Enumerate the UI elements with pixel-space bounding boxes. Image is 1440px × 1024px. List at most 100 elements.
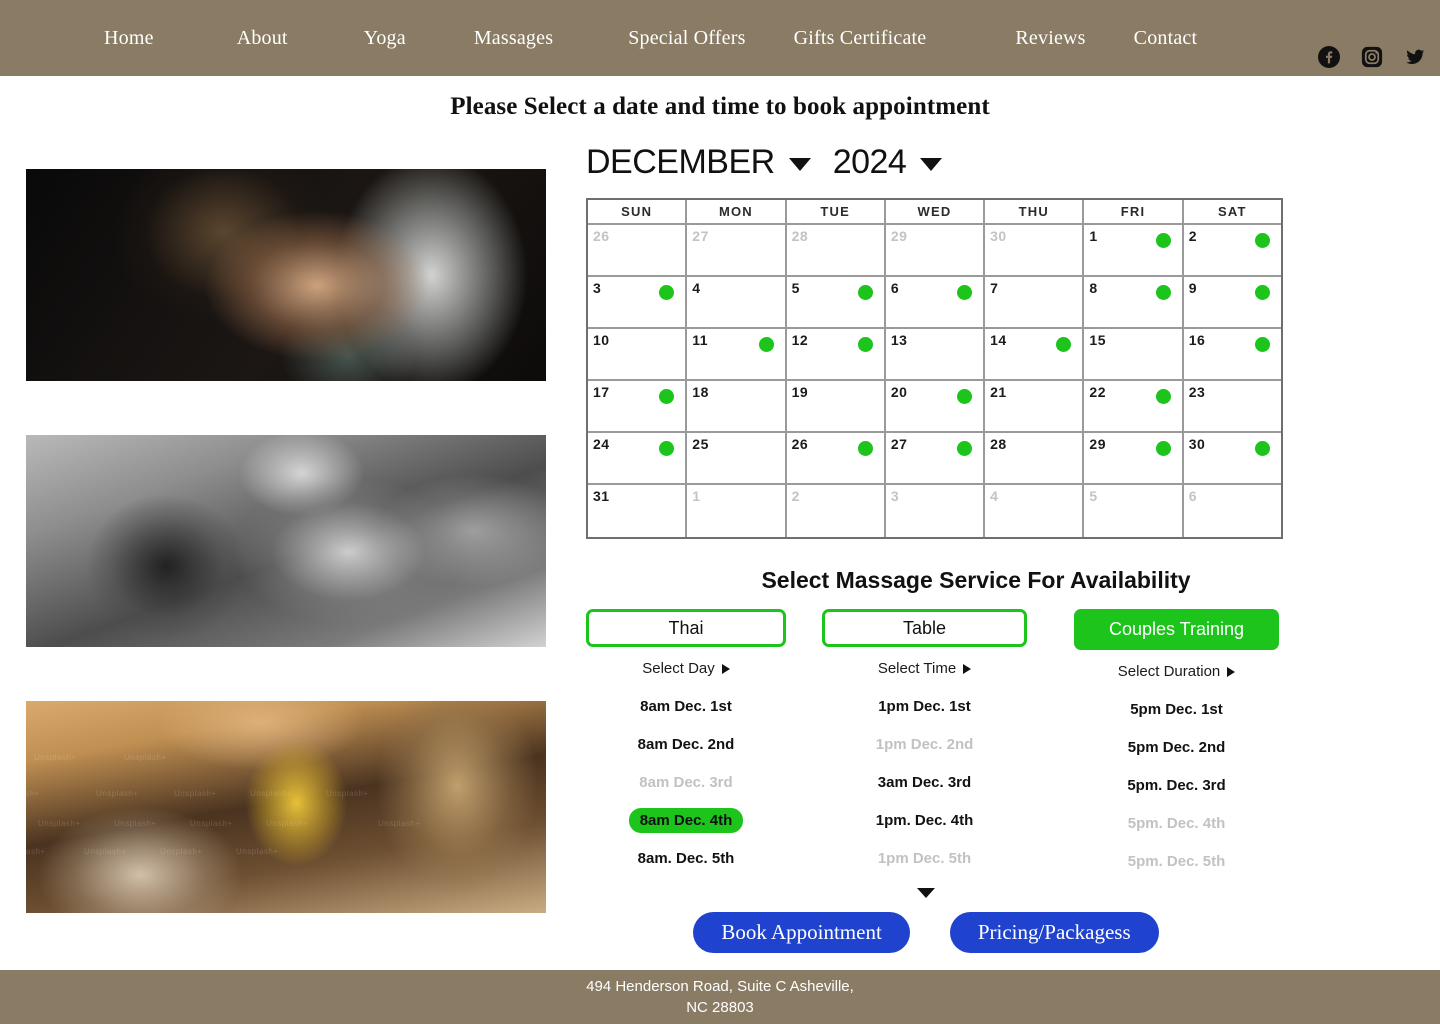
calendar-day-cell[interactable]: 8 [1084,277,1184,329]
time-slot-list: 1pm Dec. 1st 1pm Dec. 2nd 3am Dec. 3rd 1pm.… [865,694,985,871]
slot-option[interactable]: 1pm. Dec. 4th [865,808,985,833]
twitter-icon[interactable] [1404,46,1426,68]
select-time-dropdown[interactable]: Select Time [878,660,972,677]
calendar-day-cell[interactable]: 25 [687,433,787,485]
calendar-day-cell[interactable]: 11 [687,329,787,381]
calendar-day-cell[interactable]: 20 [885,381,986,433]
availability-dot [1254,285,1270,300]
calendar-day-cell[interactable]: 21 [985,381,1085,433]
calendar-day-cell[interactable]: 29 [1084,433,1184,485]
nav-item-gifts-certificate[interactable]: Gifts Certificate [794,27,927,50]
slot-option[interactable]: 8am Dec. 2nd [627,732,746,757]
calendar-week-row: 31 1 2 3 4 5 6 [588,485,1281,537]
calendar-day-number: 1 [692,488,701,504]
nav-item-about[interactable]: About [237,27,288,50]
pricing-packages-button[interactable]: Pricing/Packagess [949,912,1159,953]
instagram-icon[interactable] [1361,46,1383,68]
availability-dot [1254,233,1270,248]
service-button-couples-training[interactable]: Couples Training [1074,609,1279,650]
service-column-time: Table Select Time 1pm Dec. 1st 1pm Dec. 2… [822,609,1027,871]
calendar-day-cell[interactable]: 13 [885,329,986,381]
calendar-day-number: 12 [791,332,809,348]
service-column-day: Thai Select Day 8am Dec. 1st 8am Dec. 2nd… [586,609,786,871]
calendar-day-cell[interactable]: 16 [1183,329,1281,381]
facebook-icon[interactable] [1318,46,1340,68]
calendar-day-cell[interactable]: 30 [1183,433,1281,485]
availability-dot [857,285,873,300]
nav-item-reviews[interactable]: Reviews [1015,27,1085,50]
nav-item-massages[interactable]: Massages [474,27,553,50]
slot-option: 8am Dec. 3rd [639,774,733,791]
nav-item-home[interactable]: Home [104,27,154,50]
slot-option[interactable]: 8am Dec. 1st [629,694,743,719]
select-day-dropdown[interactable]: Select Day [642,660,730,677]
slot-option[interactable]: 1pm Dec. 1st [867,694,982,719]
service-button-thai[interactable]: Thai [586,609,786,647]
calendar-day-number: 20 [890,384,908,400]
massage-photo-blackwhite [26,435,546,647]
calendar-day-cell[interactable]: 17 [588,381,688,433]
calendar-day-cell[interactable]: 23 [1183,381,1281,433]
calendar-day-number: 28 [791,228,809,244]
availability-dot [1254,441,1270,456]
calendar-day-number: 18 [692,384,709,400]
availability-dot [1155,233,1171,248]
calendar-day-cell[interactable]: 3 [588,277,688,329]
slot-option[interactable]: 3am Dec. 3rd [867,770,982,795]
calendar-day-cell[interactable]: 28 [985,433,1085,485]
calendar-day-number: 2 [1188,228,1197,244]
calendar-day-cell[interactable]: 19 [786,381,886,433]
calendar-day-number: 13 [890,332,908,348]
footer-address-line-1: 494 Henderson Road, Suite C Asheville, [586,978,854,995]
book-appointment-button[interactable]: Book Appointment [693,912,910,953]
slot-option[interactable]: 8am. Dec. 5th [627,846,746,871]
nav-item-yoga[interactable]: Yoga [364,27,406,50]
slot-option[interactable]: 5pm. Dec. 3rd [1116,773,1236,798]
calendar-day-cell[interactable]: 31 [588,485,688,537]
calendar-day-cell[interactable]: 12 [786,329,886,381]
nav-item-special-offers[interactable]: Special Offers [628,27,745,50]
calendar-day-cell[interactable]: 24 [588,433,688,485]
calendar-day-cell[interactable]: 14 [985,329,1085,381]
calendar-day-number: 22 [1089,384,1106,400]
availability-dot [1056,337,1072,352]
page-title: Please Select a date and time to book ap… [450,93,990,120]
year-label: 2024 [832,143,907,181]
calendar-day-cell[interactable]: 2 [1183,225,1281,277]
calendar-week-row: 26 27 28 29 30 1 2 [588,225,1281,277]
calendar-day-cell[interactable]: 1 [1084,225,1184,277]
calendar-day-cell[interactable]: 4 [687,277,787,329]
calendar-week-row: 24 25 26 27 28 29 30 [588,433,1281,485]
slot-option: 5pm. Dec. 5th [1127,853,1226,870]
nav-item-contact[interactable]: Contact [1134,27,1198,50]
calendar-day-cell[interactable]: 22 [1084,381,1184,433]
calendar-day-cell[interactable]: 7 [985,277,1085,329]
slot-option[interactable]: 8am Dec. 4th [628,808,744,833]
service-button-table[interactable]: Table [822,609,1027,647]
calendar-day-cell[interactable]: 18 [687,381,787,433]
duration-slot-list: 5pm Dec. 1st 5pm Dec. 2nd 5pm. Dec. 3rd 5pm… [1116,697,1236,874]
calendar-day-cell[interactable]: 6 [885,277,986,329]
calendar-day-cell[interactable]: 10 [588,329,688,381]
calendar-day-number: 29 [890,228,908,244]
slot-option[interactable]: 5pm Dec. 1st [1119,697,1234,722]
calendar-day-number: 1 [1089,228,1098,244]
calendar-day-cell[interactable]: 9 [1183,277,1281,329]
calendar-day-cell[interactable]: 27 [885,433,986,485]
availability-dot [957,389,973,404]
calendar-day-cell[interactable]: 15 [1084,329,1184,381]
select-duration-label: Select Duration [1117,663,1221,680]
select-duration-dropdown[interactable]: Select Duration [1118,663,1236,680]
slot-option[interactable]: 5pm Dec. 2nd [1117,735,1237,760]
calendar-header-row: SUN MON TUE WED THU FRI SAT [588,200,1281,225]
calendar-body: 26 27 28 29 30 1 2 3 4 5 6 7 8 9 10 11 12 13 14 15 16 17 18 19 2… [588,225,1281,537]
weekday-header-thu: THU [985,200,1085,225]
calendar-day-cell[interactable]: 26 [786,433,886,485]
show-more-chevron-down-icon[interactable] [917,888,935,898]
main-navigation: Home About Yoga Massages Special Offers … [104,27,1197,50]
year-chevron-down-icon[interactable] [920,158,943,171]
calendar-day-number: 6 [890,280,900,296]
select-day-label: Select Day [642,660,715,677]
month-chevron-down-icon[interactable] [788,158,811,171]
calendar-day-cell[interactable]: 5 [786,277,886,329]
